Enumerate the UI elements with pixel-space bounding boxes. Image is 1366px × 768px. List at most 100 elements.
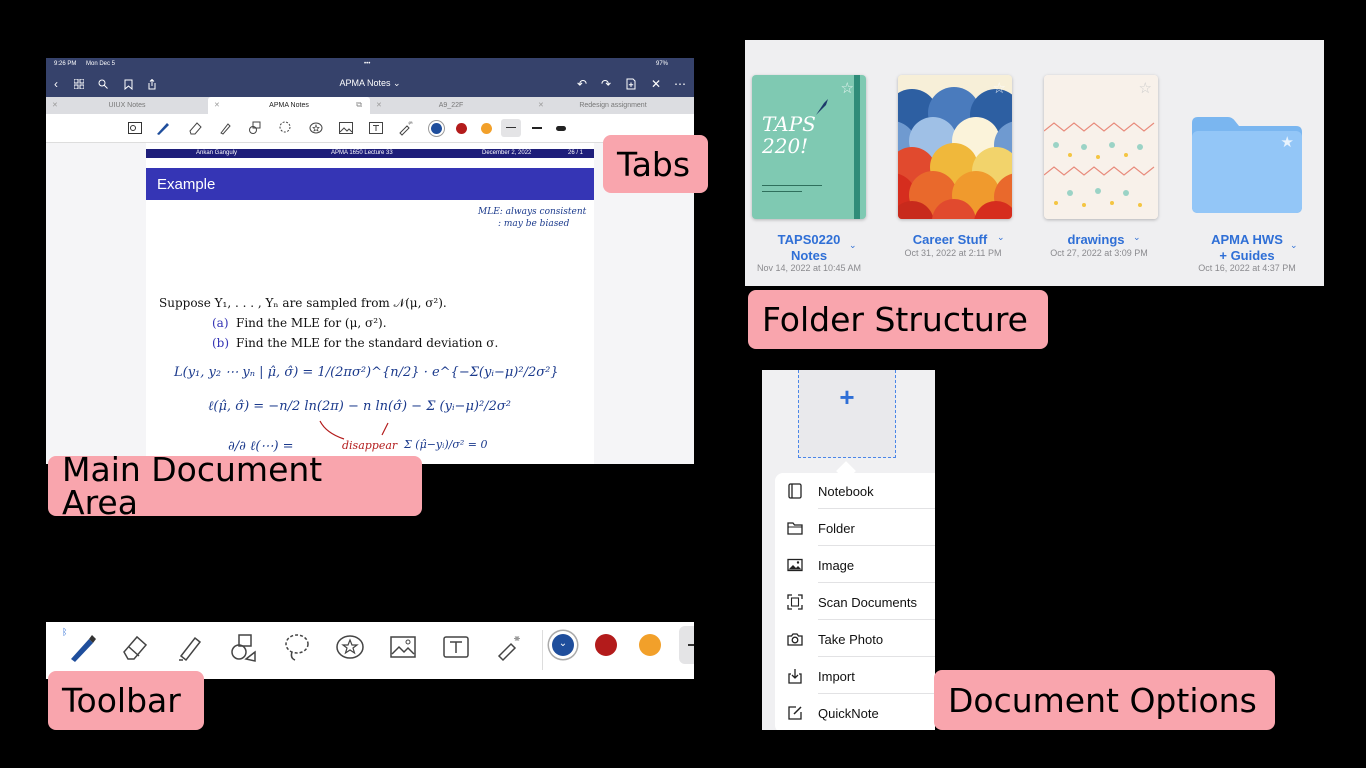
- highlighter-icon[interactable]: [217, 120, 233, 136]
- tab-close-icon[interactable]: ✕: [214, 101, 220, 109]
- handwritten-equation-2: ℓ(μ̂, σ̂) = −n/2 ln(2π) − n ln(σ̂) − Σ (…: [208, 399, 511, 414]
- tab-close-icon[interactable]: ✕: [376, 101, 382, 109]
- star-icon[interactable]: ★: [1281, 133, 1294, 151]
- status-bar: 9:26 PM Mon Dec 5 ••• 97%: [46, 58, 694, 71]
- lasso-icon[interactable]: [277, 120, 293, 136]
- folder-structure-screenshot: ☆ TAPS 220! ☆ ☆ ★ TAPS0220 Notes ⌄ Nov 1…: [745, 40, 1324, 286]
- undo-icon[interactable]: ↶: [574, 76, 590, 92]
- folder-card-apma-hws[interactable]: ★: [1190, 115, 1304, 215]
- pen-icon[interactable]: [66, 630, 100, 664]
- stroke-width-option[interactable]: [679, 626, 694, 664]
- menu-item-scan-documents[interactable]: Scan Documents: [775, 584, 935, 620]
- color-blue-swatch[interactable]: [431, 123, 442, 134]
- star-icon[interactable]: ☆: [841, 79, 854, 97]
- handwritten-equation-1: L(y₁, y₂ ⋯ yₙ | μ̂, σ̂) = 1/(2πσ²)^{n/2}…: [174, 365, 559, 380]
- color-orange-swatch[interactable]: [481, 123, 492, 134]
- color-red-swatch[interactable]: [595, 634, 617, 656]
- lasso-icon[interactable]: [280, 630, 314, 664]
- tab-uiux-notes[interactable]: ✕ UIUX Notes: [46, 97, 208, 114]
- chevron-down-icon[interactable]: ⌄: [997, 232, 1005, 243]
- chevron-down-icon[interactable]: ⌄: [849, 240, 857, 251]
- quill-icon: [816, 99, 828, 115]
- lasso-image-icon[interactable]: [127, 120, 143, 136]
- thick-stroke-option[interactable]: [556, 126, 566, 131]
- image-icon[interactable]: [338, 120, 354, 136]
- more-icon[interactable]: ⋯: [672, 76, 688, 92]
- menu-item-label: Import: [818, 669, 855, 684]
- folder-icon: [1192, 117, 1302, 213]
- eraser-icon[interactable]: [187, 120, 203, 136]
- thin-stroke-option[interactable]: [501, 119, 521, 137]
- redo-icon[interactable]: ↷: [598, 76, 614, 92]
- handwritten-note-2: : may be biased: [498, 219, 570, 229]
- shapes-icon[interactable]: [247, 120, 263, 136]
- split-view-icon[interactable]: ⧉: [356, 100, 362, 110]
- status-dots: •••: [364, 61, 371, 67]
- slide-course: APMA 1650 Lecture 33: [331, 150, 393, 156]
- import-icon: [788, 669, 802, 684]
- sticker-icon[interactable]: [333, 630, 367, 664]
- tab-a9-22f[interactable]: ✕ A9_22F: [370, 97, 532, 114]
- folder-icon: [787, 522, 803, 535]
- menu-item-label: QuickNote: [818, 706, 879, 721]
- status-time: 9:26 PM: [54, 61, 77, 67]
- folder-card-taps0220[interactable]: ☆ TAPS 220!: [752, 75, 866, 219]
- item-b-text: Find the MLE for the standard deviation …: [236, 336, 499, 350]
- menu-item-folder[interactable]: Folder: [775, 510, 935, 546]
- menu-item-label: Scan Documents: [818, 595, 917, 610]
- laser-pointer-icon[interactable]: [493, 630, 527, 664]
- star-icon[interactable]: ☆: [1139, 79, 1152, 97]
- tab-label: A9_22F: [438, 102, 464, 109]
- text-box-icon[interactable]: [439, 630, 473, 664]
- handwritten-note-1: MLE: always consistent: [478, 207, 587, 217]
- label-main-document-area: Main Document Area: [48, 453, 422, 519]
- add-page-icon[interactable]: [623, 76, 639, 92]
- label-toolbar: Toolbar: [48, 671, 204, 730]
- tab-apma-notes[interactable]: ✕ APMA Notes ⧉: [208, 97, 370, 114]
- image-icon[interactable]: [386, 630, 420, 664]
- item-b-marker: (b): [212, 336, 230, 350]
- shapes-icon[interactable]: [226, 630, 260, 664]
- tab-label: UIUX Notes: [108, 102, 146, 109]
- menu-item-take-photo[interactable]: Take Photo: [775, 621, 935, 657]
- folder-card-drawings[interactable]: ☆: [1044, 75, 1158, 219]
- folder-name-career-stuff[interactable]: Career Stuff: [895, 232, 1005, 248]
- sticker-icon[interactable]: [308, 120, 324, 136]
- menu-item-image[interactable]: Image: [775, 547, 935, 583]
- folder-date: Oct 27, 2022 at 3:09 PM: [1050, 248, 1148, 258]
- laser-pointer-icon[interactable]: [398, 120, 414, 136]
- document-title[interactable]: APMA Notes ⌄: [46, 78, 694, 89]
- menu-item-quicknote[interactable]: QuickNote: [775, 695, 935, 730]
- folder-name-apma-hws[interactable]: APMA HWS + Guides: [1191, 232, 1303, 264]
- color-red-swatch[interactable]: [456, 123, 467, 134]
- tab-redesign-assignment[interactable]: ✕ Redesign assignment: [532, 97, 694, 114]
- highlighter-icon[interactable]: [173, 630, 207, 664]
- pen-icon[interactable]: [155, 120, 171, 136]
- problem-statement: Suppose Y₁, . . . , Yₙ are sampled from …: [159, 296, 447, 310]
- document-page[interactable]: Ankan Ganguly APMA 1650 Lecture 33 Decem…: [146, 143, 594, 464]
- close-icon[interactable]: ✕: [648, 76, 664, 92]
- notebook-band: [854, 75, 860, 219]
- color-blue-swatch[interactable]: ⌄: [552, 634, 574, 656]
- color-orange-swatch[interactable]: [639, 634, 661, 656]
- handwritten-disappear: disappear: [342, 439, 398, 452]
- text-icon[interactable]: [368, 120, 384, 136]
- item-a-text: Find the MLE for (μ, σ²).: [236, 316, 387, 330]
- tab-close-icon[interactable]: ✕: [538, 101, 544, 109]
- slide-title: Example: [157, 176, 216, 193]
- menu-item-notebook[interactable]: Notebook: [775, 473, 935, 509]
- new-document-menu: Notebook Folder Image Scan Documents Tak…: [775, 473, 935, 730]
- plus-icon[interactable]: +: [798, 382, 896, 413]
- medium-stroke-option[interactable]: [532, 127, 542, 129]
- menu-item-import[interactable]: Import: [775, 658, 935, 694]
- star-icon[interactable]: ☆: [993, 79, 1006, 97]
- menu-item-label: Image: [818, 558, 855, 573]
- tab-close-icon[interactable]: ✕: [52, 101, 58, 109]
- chevron-down-icon[interactable]: ⌄: [1133, 232, 1141, 243]
- folder-date: Oct 16, 2022 at 4:37 PM: [1198, 263, 1296, 273]
- folder-card-career-stuff[interactable]: ☆: [898, 75, 1012, 219]
- label-tabs: Tabs: [603, 135, 708, 193]
- eraser-icon[interactable]: [118, 630, 152, 664]
- chevron-down-icon[interactable]: ⌄: [1290, 240, 1298, 251]
- item-a-marker: (a): [212, 316, 229, 330]
